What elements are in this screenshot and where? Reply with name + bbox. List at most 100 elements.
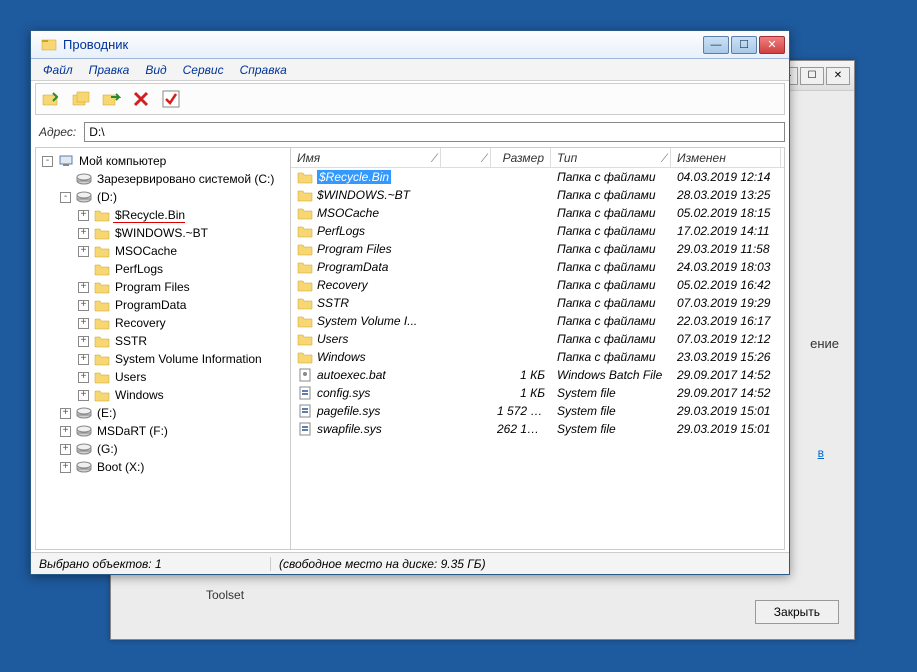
toolbar-check-icon[interactable] [160,88,182,110]
tree-node[interactable]: +Users [38,368,288,386]
tree-node[interactable]: +System Volume Information [38,350,288,368]
toolbar-delete-icon[interactable] [130,88,152,110]
file-name-cell: swapfile.sys [291,421,441,437]
address-input[interactable] [84,122,785,142]
file-row[interactable]: autoexec.bat1 КБWindows Batch File29.09.… [291,366,784,384]
file-row[interactable]: WindowsПапка с файлами23.03.2019 15:26 [291,348,784,366]
tree-node-label: (D:) [95,190,117,204]
file-type-cell: System file [551,404,671,418]
toolbar-move-icon[interactable] [100,88,122,110]
file-name-cell: $Recycle.Bin [291,169,441,185]
toolbar [35,83,785,115]
file-row[interactable]: PerfLogsПапка с файлами17.02.2019 14:11 [291,222,784,240]
file-date-cell: 22.03.2019 16:17 [671,314,781,328]
file-row[interactable]: $WINDOWS.~BTПапка с файлами28.03.2019 13… [291,186,784,204]
collapse-icon[interactable]: - [42,156,53,167]
tree-node[interactable]: - (D:) [38,188,288,206]
column-name[interactable]: Имя⁄ [291,148,441,167]
bg-close-button[interactable]: ✕ [826,67,850,85]
tree-node[interactable]: Зарезервировано системой (C:) [38,170,288,188]
file-row[interactable]: Program FilesПапка с файлами29.03.2019 1… [291,240,784,258]
sys-icon [297,403,313,419]
expand-icon[interactable]: + [78,228,89,239]
expand-icon[interactable]: + [78,390,89,401]
tree-node[interactable]: + ProgramData [38,296,288,314]
file-row[interactable]: config.sys1 КБSystem file29.09.2017 14:5… [291,384,784,402]
tree-node[interactable]: + Recovery [38,314,288,332]
folder-icon [94,333,110,349]
tree-node[interactable]: +Windows [38,386,288,404]
tree-node[interactable]: +MSOCache [38,242,288,260]
file-row[interactable]: System Volume I...Папка с файлами22.03.2… [291,312,784,330]
tree-node-label: Recovery [113,316,166,330]
file-row[interactable]: swapfile.sys262 144 КБSystem file29.03.2… [291,420,784,438]
file-row[interactable]: SSTRПапка с файлами07.03.2019 19:29 [291,294,784,312]
menu-help[interactable]: Справка [232,61,295,79]
tree-node[interactable]: +(E:) [38,404,288,422]
collapse-icon[interactable]: - [60,192,71,203]
toolbar-open-icon[interactable] [40,88,62,110]
file-row[interactable]: pagefile.sys1 572 864 КБSystem file29.03… [291,402,784,420]
tree-node-label: MSDaRT (F:) [95,424,168,438]
tree-node[interactable]: + Boot (X:) [38,458,288,476]
list-pane[interactable]: Имя⁄ ⁄ Размер Тип⁄ Изменен $Recycle.BinП… [291,148,784,549]
menu-file[interactable]: Файл [35,61,81,79]
file-size-cell: 1 КБ [491,368,551,382]
menu-view[interactable]: Вид [137,61,174,79]
menu-service[interactable]: Сервис [175,61,232,79]
tree-node[interactable]: -Мой компьютер [38,152,288,170]
folder-icon [297,313,313,329]
tree-node[interactable]: +$WINDOWS.~BT [38,224,288,242]
column-type[interactable]: Тип⁄ [551,148,671,167]
column-spacer[interactable]: ⁄ [441,148,491,167]
menu-edit[interactable]: Правка [81,61,138,79]
file-name-label: swapfile.sys [317,422,382,436]
tree-node[interactable]: + $Recycle.Bin [38,206,288,224]
expand-icon[interactable]: + [60,426,71,437]
titlebar[interactable]: Проводник — ☐ ✕ [31,31,789,59]
folder-icon [297,205,313,221]
file-size-cell: 262 144 КБ [491,422,551,436]
bg-close-action-button[interactable]: Закрыть [755,600,839,624]
expander-empty [60,174,71,185]
toolbar-copy-icon[interactable] [70,88,92,110]
tree-node[interactable]: +(G:) [38,440,288,458]
tree-node[interactable]: +Program Files [38,278,288,296]
expand-icon[interactable]: + [78,210,89,221]
file-name-cell: Users [291,331,441,347]
expand-icon[interactable]: + [60,408,71,419]
file-name-cell: Program Files [291,241,441,257]
expand-icon[interactable]: + [78,246,89,257]
tree-node[interactable]: PerfLogs [38,260,288,278]
file-row[interactable]: RecoveryПапка с файлами05.02.2019 16:42 [291,276,784,294]
folder-icon [94,243,110,259]
file-row[interactable]: UsersПапка с файлами07.03.2019 12:12 [291,330,784,348]
tree-node-label: $Recycle.Bin [113,208,185,223]
expand-icon[interactable]: + [78,336,89,347]
bg-maximize-button[interactable]: ☐ [800,67,824,85]
tree-node[interactable]: + MSDaRT (F:) [38,422,288,440]
minimize-button[interactable]: — [703,36,729,54]
tree-pane[interactable]: -Мой компьютерЗарезервировано системой (… [36,148,291,549]
expand-icon[interactable]: + [60,462,71,473]
file-row[interactable]: MSOCacheПапка с файлами05.02.2019 18:15 [291,204,784,222]
tree-node[interactable]: +SSTR [38,332,288,350]
bg-link-fragment[interactable]: в [818,446,824,460]
expand-icon[interactable]: + [78,354,89,365]
expand-icon[interactable]: + [60,444,71,455]
file-size-cell: 1 572 864 КБ [491,404,551,418]
column-size[interactable]: Размер [491,148,551,167]
file-name-label: autoexec.bat [317,368,386,382]
close-button[interactable]: ✕ [759,36,785,54]
file-row[interactable]: $Recycle.BinПапка с файлами04.03.2019 12… [291,168,784,186]
expand-icon[interactable]: + [78,300,89,311]
tree-node-label: Boot (X:) [95,460,144,474]
expand-icon[interactable]: + [78,282,89,293]
expand-icon[interactable]: + [78,318,89,329]
column-modified[interactable]: Изменен [671,148,781,167]
file-name-cell: MSOCache [291,205,441,221]
maximize-button[interactable]: ☐ [731,36,757,54]
file-row[interactable]: ProgramDataПапка с файлами24.03.2019 18:… [291,258,784,276]
tree-node-label: ProgramData [113,298,186,312]
expand-icon[interactable]: + [78,372,89,383]
